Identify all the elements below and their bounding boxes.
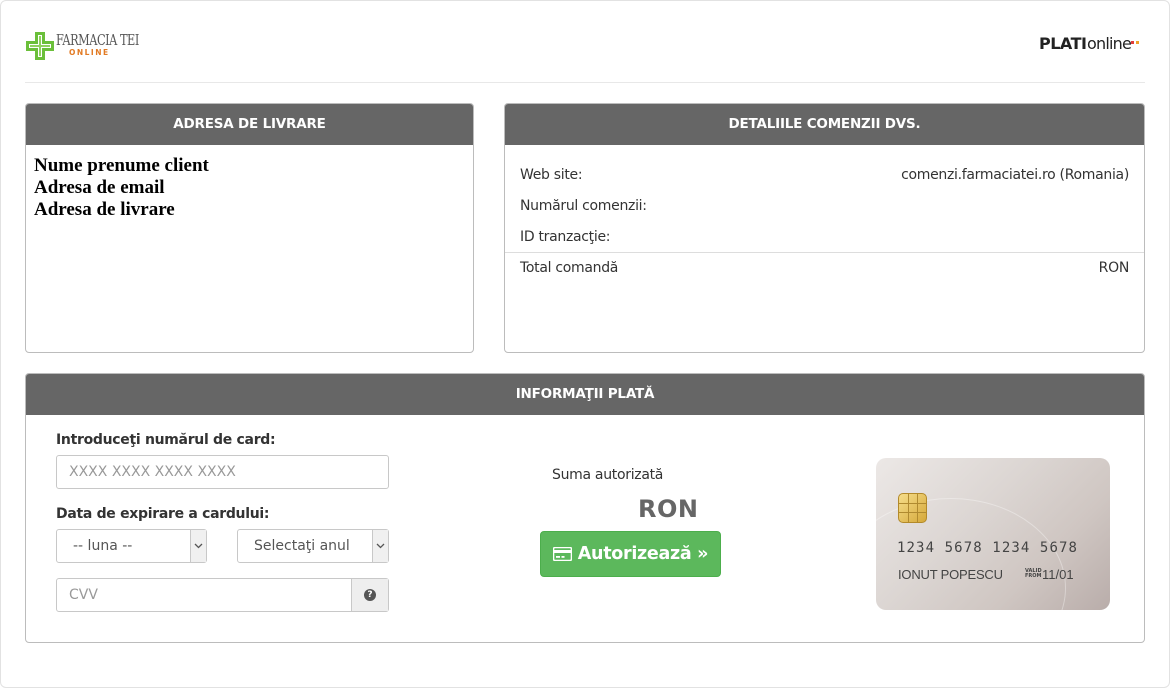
order-details-title: DETALIILE COMENZII DVS. — [505, 104, 1144, 145]
chip-icon — [898, 493, 927, 523]
credit-card-icon — [552, 547, 572, 561]
cvv-input[interactable]: CVV ? — [56, 578, 389, 612]
brand-name: FARMACIA TEI — [56, 33, 139, 49]
order-divider — [505, 252, 1144, 253]
card-preview: 1234 5678 1234 5678 IONUT POPESCU VALID … — [876, 458, 1110, 610]
customer-address: Adresa de livrare — [34, 199, 175, 220]
question-icon: ? — [364, 589, 376, 601]
card-number-preview: 1234 5678 1234 5678 — [897, 540, 1079, 556]
brand-tagline: ONLINE — [69, 48, 110, 57]
plationline-logo: PLATI online — [1039, 32, 1145, 56]
cvv-help-button[interactable]: ? — [351, 579, 388, 611]
order-row-transaction: ID tranzacţie: — [520, 229, 1129, 249]
chevron-down-icon — [190, 530, 206, 562]
shipping-address-title: ADRESA DE LIVRARE — [26, 104, 473, 145]
order-row-total: Total comandă RON — [520, 260, 1129, 280]
expiry-month-value: -- luna -- — [73, 538, 133, 554]
expiry-label: Data de expirare a cardului: — [56, 506, 270, 522]
authorized-amount-label: Suma autorizată — [552, 467, 664, 483]
pharmacy-cross-icon — [26, 32, 54, 60]
order-number-label: Numărul comenzii: — [520, 198, 647, 214]
chevron-down-icon — [372, 530, 388, 562]
authorize-button-label: Autorizează » — [577, 544, 709, 564]
expiry-year-select[interactable]: Selectaţi anul — [237, 529, 389, 563]
payment-info-title: INFORMAŢII PLATĂ — [26, 374, 1144, 415]
customer-name: Nume prenume client — [34, 155, 209, 176]
card-number-input[interactable]: XXXX XXXX XXXX XXXX — [56, 455, 389, 489]
header-divider — [25, 82, 1145, 83]
shipping-address-lines: Nume prenume client Adresa de email Adre… — [34, 155, 209, 221]
expiry-month-select[interactable]: -- luna -- — [56, 529, 207, 563]
order-row-website: Web site: comenzi.farmaciatei.ro (Romani… — [520, 167, 1129, 187]
total-value: RON — [1098, 260, 1130, 276]
shipping-address-panel: ADRESA DE LIVRARE Nume prenume client Ad… — [25, 103, 474, 353]
customer-email: Adresa de email — [34, 177, 165, 198]
total-label: Total comandă — [520, 260, 619, 276]
plationline-logo-part2: online — [1087, 34, 1132, 53]
website-value: comenzi.farmaciatei.ro (Romania) — [901, 167, 1129, 183]
authorized-amount-value: RON — [638, 495, 699, 523]
valid-from-label: VALID FROM — [1025, 568, 1042, 579]
transaction-id-label: ID tranzacţie: — [520, 229, 611, 245]
order-row-number: Numărul comenzii: — [520, 198, 1129, 218]
authorize-button[interactable]: Autorizează » — [540, 531, 721, 577]
farmacia-tei-logo: FARMACIA TEI ONLINE — [25, 30, 145, 62]
order-details-panel: DETALIILE COMENZII DVS. Web site: comenz… — [504, 103, 1145, 353]
plationline-logo-part1: PLATI — [1039, 34, 1087, 53]
card-number-label: Introduceţi numărul de card: — [56, 432, 276, 448]
logo-dots — [1131, 32, 1143, 44]
card-expiry-preview: 11/01 — [1042, 567, 1074, 582]
expiry-year-value: Selectaţi anul — [254, 538, 350, 554]
website-label: Web site: — [520, 167, 583, 183]
card-holder-name: IONUT POPESCU — [898, 567, 1003, 582]
cvv-placeholder: CVV — [69, 587, 98, 603]
